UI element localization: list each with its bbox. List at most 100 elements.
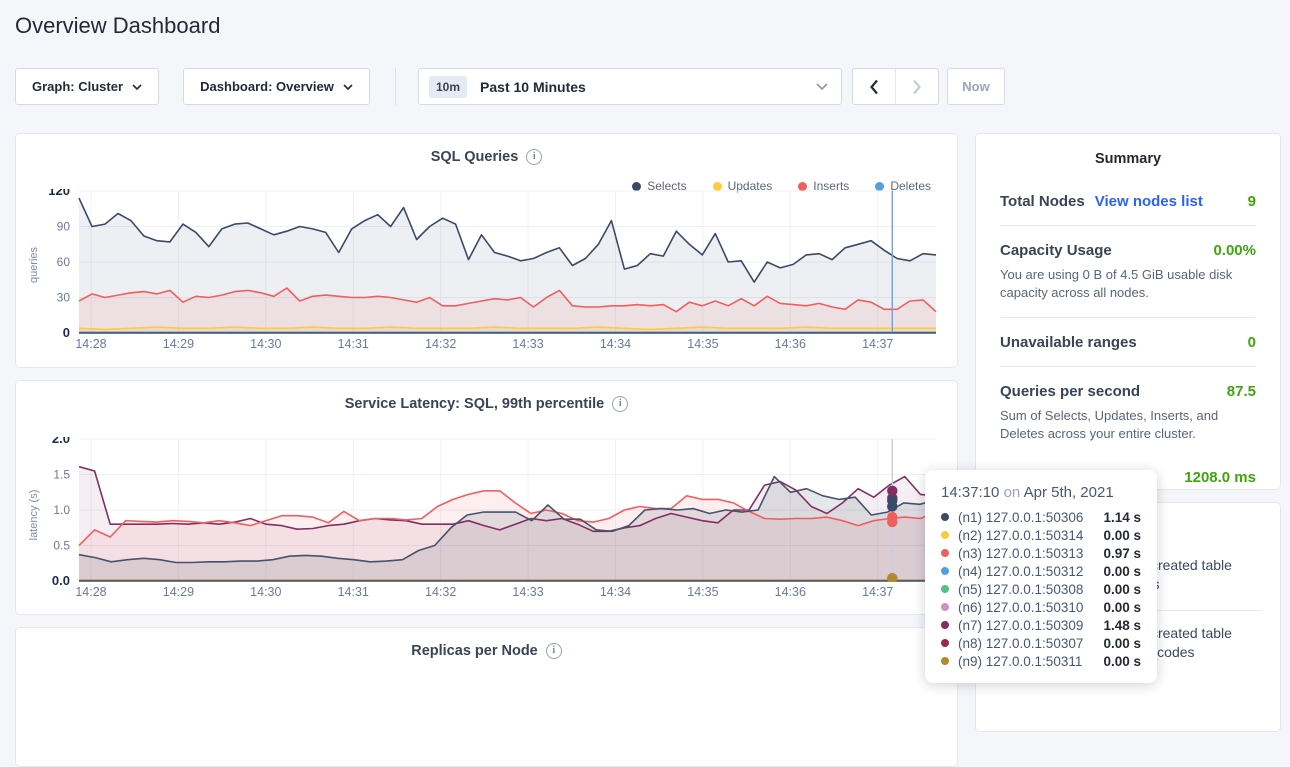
tooltip-rows: (n1) 127.0.0.1:503061.14 s(n2) 127.0.0.1…	[941, 508, 1141, 670]
node-address: (n5) 127.0.0.1:50308	[958, 582, 1083, 597]
service-latency-chart[interactable]: 14:2814:2914:3014:3114:3214:3314:3414:35…	[24, 437, 945, 603]
svg-text:14:33: 14:33	[512, 337, 543, 351]
info-icon[interactable]: i	[546, 643, 562, 659]
summary-heading: Summary	[976, 151, 1280, 167]
svg-text:14:28: 14:28	[75, 585, 106, 599]
svg-text:14:37: 14:37	[862, 585, 893, 599]
node-latency-value: 0.00 s	[1103, 636, 1141, 651]
chevron-right-icon	[912, 79, 922, 95]
svg-text:14:36: 14:36	[775, 585, 806, 599]
view-nodes-list-link[interactable]: View nodes list	[1095, 193, 1203, 210]
node-latency-value: 0.97 s	[1103, 546, 1141, 561]
tooltip-node-row: (n8) 127.0.0.1:50307 0.00 s	[941, 634, 1141, 652]
svg-text:0: 0	[63, 325, 70, 340]
sql-queries-card: SQL Queries i SelectsUpdatesInsertsDelet…	[15, 133, 958, 368]
unavailable-ranges-label: Unavailable ranges	[1000, 334, 1137, 351]
sql-queries-chart[interactable]: 14:28 14:29 14:30 14:31 14:32 14:33 14:34 14:35…	[24, 189, 945, 355]
page-title: Overview Dashboard	[15, 13, 220, 39]
svg-text:14:32: 14:32	[425, 337, 456, 351]
next-time-button[interactable]	[896, 69, 938, 104]
controls-divider	[395, 68, 396, 105]
node-address: (n8) 127.0.0.1:50307	[958, 636, 1083, 651]
tooltip-time: 14:37:10	[941, 484, 999, 501]
node-latency-value: 0.00 s	[1103, 654, 1141, 669]
chart-tooltip: 14:37:10 on Apr 5th, 2021 (n1) 127.0.0.1…	[925, 470, 1157, 683]
service-latency-title: Service Latency: SQL, 99th percentile	[345, 396, 605, 412]
capacity-usage-desc: You are using 0 B of 4.5 GiB usable disk…	[976, 266, 1280, 302]
svg-text:14:34: 14:34	[600, 337, 631, 351]
now-button[interactable]: Now	[947, 68, 1005, 105]
node-color-dot	[941, 513, 949, 521]
total-nodes-value: 9	[1248, 193, 1256, 210]
svg-text:120: 120	[48, 189, 70, 198]
node-latency-value: 0.00 s	[1103, 582, 1141, 597]
time-range-label: Past 10 Minutes	[480, 79, 586, 95]
svg-text:30: 30	[57, 291, 71, 305]
total-nodes-label: Total Nodes	[1000, 193, 1085, 210]
dashboard-dropdown[interactable]: Dashboard: Overview	[183, 68, 370, 105]
capacity-usage-value: 0.00%	[1213, 242, 1256, 259]
node-color-dot	[941, 531, 949, 539]
summary-panel: Summary Total Nodes View nodes list 9 Ca…	[975, 133, 1281, 490]
svg-text:14:29: 14:29	[163, 585, 194, 599]
p99-latency-value: 1208.0 ms	[1184, 469, 1256, 486]
svg-text:14:32: 14:32	[425, 585, 456, 599]
queries-per-second-value: 87.5	[1227, 383, 1256, 400]
unavailable-ranges-value: 0	[1248, 334, 1256, 351]
chart-title-row: SQL Queries i	[16, 149, 957, 165]
summary-divider	[1000, 225, 1256, 226]
node-address: (n6) 127.0.0.1:50310	[958, 600, 1083, 615]
svg-text:14:31: 14:31	[338, 337, 369, 351]
node-address: (n1) 127.0.0.1:50306	[958, 510, 1083, 525]
node-color-dot	[941, 657, 949, 665]
dashboard-dropdown-label: Dashboard: Overview	[200, 79, 334, 94]
tooltip-node-row: (n4) 127.0.0.1:503120.00 s	[941, 562, 1141, 580]
svg-text:14:29: 14:29	[163, 337, 194, 351]
node-latency-value: 1.48 s	[1103, 618, 1141, 633]
svg-text:90: 90	[57, 220, 71, 234]
svg-text:14:35: 14:35	[687, 337, 718, 351]
node-address: (n3) 127.0.0.1:50313	[958, 546, 1083, 561]
graph-dropdown-label: Graph: Cluster	[32, 79, 123, 94]
tooltip-on: on	[1004, 484, 1021, 501]
tooltip-date: Apr 5th, 2021	[1024, 484, 1114, 501]
node-color-dot	[941, 639, 949, 647]
node-latency-value: 0.00 s	[1103, 564, 1141, 579]
graph-dropdown[interactable]: Graph: Cluster	[15, 68, 159, 105]
time-range-selector[interactable]: 10m Past 10 Minutes	[418, 68, 842, 105]
chart-title-row: Replicas per Node i	[16, 643, 957, 659]
chevron-down-icon	[132, 84, 142, 90]
sql-queries-title: SQL Queries	[431, 149, 519, 165]
tooltip-node-row: (n3) 127.0.0.1:50313 0.97 s	[941, 544, 1141, 562]
tooltip-node-row: (n5) 127.0.0.1:50308 0.00 s	[941, 580, 1141, 598]
tooltip-node-row: (n2) 127.0.0.1:503140.00 s	[941, 526, 1141, 544]
svg-text:14:30: 14:30	[250, 337, 281, 351]
chevron-down-icon	[343, 84, 353, 90]
total-nodes-row: Total Nodes View nodes list 9	[976, 193, 1280, 210]
svg-text:14:30: 14:30	[250, 585, 281, 599]
info-icon[interactable]: i	[526, 149, 542, 165]
svg-text:14:28: 14:28	[75, 337, 106, 351]
svg-text:14:35: 14:35	[687, 585, 718, 599]
node-color-dot	[941, 603, 949, 611]
tooltip-node-row: (n1) 127.0.0.1:503061.14 s	[941, 508, 1141, 526]
info-icon[interactable]: i	[612, 396, 628, 412]
chart-title-row: Service Latency: SQL, 99th percentile i	[16, 396, 957, 412]
node-color-dot	[941, 549, 949, 557]
capacity-usage-label: Capacity Usage	[1000, 242, 1112, 259]
time-step-buttons	[852, 68, 939, 105]
svg-text:2.0: 2.0	[52, 437, 70, 446]
queries-per-second-desc: Sum of Selects, Updates, Inserts, and De…	[976, 407, 1280, 443]
unavailable-ranges-row: Unavailable ranges 0	[976, 334, 1280, 351]
queries-per-second-label: Queries per second	[1000, 383, 1140, 400]
now-button-label: Now	[962, 79, 989, 94]
svg-text:0.5: 0.5	[53, 539, 70, 553]
node-latency-value: 0.00 s	[1103, 528, 1141, 543]
queries-per-second-row: Queries per second 87.5	[976, 383, 1280, 400]
node-address: (n9) 127.0.0.1:50311	[958, 654, 1082, 669]
summary-divider	[1000, 317, 1256, 318]
node-color-dot	[941, 585, 949, 593]
node-color-dot	[941, 621, 949, 629]
chevron-left-icon	[869, 79, 879, 95]
prev-time-button[interactable]	[853, 69, 895, 104]
